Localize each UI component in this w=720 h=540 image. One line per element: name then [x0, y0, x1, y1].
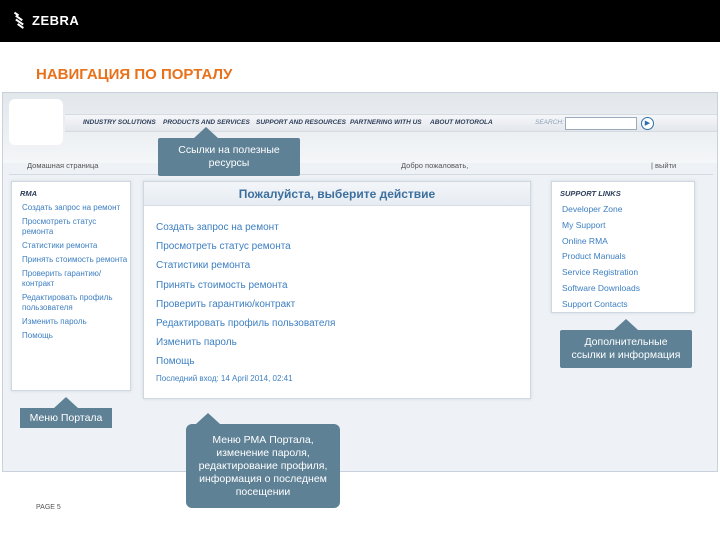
support-link[interactable]: Service Registration — [562, 265, 640, 281]
rma-menu-item[interactable]: Проверить гарантию/ контракт — [22, 269, 128, 289]
rma-menu-panel: RMA Создать запрос на ремонт Просмотреть… — [11, 181, 131, 391]
rma-menu-title: RMA — [20, 189, 38, 198]
rma-menu-item[interactable]: Редактировать профиль пользователя — [22, 293, 128, 313]
action-item[interactable]: Создать запрос на ремонт — [156, 218, 335, 237]
nav-support-resources[interactable]: SUPPORT AND RESOURCES — [256, 119, 346, 126]
callout-resources: Ссылки на полезные ресурсы — [158, 127, 300, 176]
callout-pointer — [196, 413, 220, 424]
logout-link[interactable]: | выйти — [651, 161, 676, 170]
support-link[interactable]: Developer Zone — [562, 202, 640, 218]
slide-title: НАВИГАЦИЯ ПО ПОРТАЛУ — [36, 66, 233, 83]
zebra-logo: ZEBRA — [12, 11, 79, 29]
nav-partnering[interactable]: PARTNERING WITH US — [350, 119, 422, 126]
action-panel-title: Пожалуйста, выберите действие — [144, 182, 530, 206]
top-bar: ZEBRA — [0, 0, 720, 42]
sub-bar: Домашная страница Добро пожаловать, | вы… — [9, 155, 713, 175]
callout-additional-text: Дополнительные ссылки и информация — [571, 336, 681, 361]
search-input[interactable] — [565, 117, 637, 130]
action-list: Создать запрос на ремонт Просмотреть ста… — [156, 218, 335, 372]
action-item[interactable]: Помощь — [156, 352, 335, 371]
support-link[interactable]: Support Contacts — [562, 297, 640, 313]
callout-rma-menu: Меню РМА Портала, изменение пароля, реда… — [186, 413, 340, 508]
rma-menu-item[interactable]: Изменить пароль — [22, 317, 128, 327]
support-links-list: Developer Zone My Support Online RMA Pro… — [562, 202, 640, 313]
nav-about-motorola[interactable]: ABOUT MOTOROLA — [430, 119, 493, 126]
rma-menu-item[interactable]: Принять стоимость ремонта — [22, 255, 128, 265]
support-link[interactable]: Product Manuals — [562, 249, 640, 265]
callout-resources-text: Ссылки на полезные ресурсы — [178, 144, 280, 169]
action-item[interactable]: Просмотреть статус ремонта — [156, 237, 335, 256]
main-nav: INDUSTRY SOLUTIONS PRODUCTS AND SERVICES… — [65, 114, 717, 132]
action-item[interactable]: Статистики ремонта — [156, 256, 335, 275]
support-link[interactable]: Online RMA — [562, 234, 640, 250]
support-link[interactable]: My Support — [562, 218, 640, 234]
page-number: PAGE 5 — [36, 504, 61, 511]
action-item[interactable]: Редактировать профиль пользователя — [156, 314, 335, 333]
callout-pointer — [54, 397, 78, 408]
callout-portal-menu: Меню Портала — [20, 397, 112, 428]
action-item[interactable]: Принять стоимость ремонта — [156, 276, 335, 295]
home-link[interactable]: Домашная страница — [27, 161, 98, 170]
zebra-head-icon — [12, 11, 26, 29]
rma-menu-item[interactable]: Создать запрос на ремонт — [22, 203, 128, 213]
callout-portal-menu-text: Меню Портала — [29, 411, 103, 424]
search-label: SEARCH: — [535, 119, 564, 126]
action-item[interactable]: Изменить пароль — [156, 333, 335, 352]
support-links-panel: SUPPORT LINKS Developer Zone My Support … — [551, 181, 695, 313]
search-go-icon[interactable]: ▶ — [641, 117, 654, 130]
support-links-title: SUPPORT LINKS — [560, 189, 621, 198]
action-panel: Пожалуйста, выберите действие Создать за… — [143, 181, 531, 399]
callout-additional: Дополнительные ссылки и информация — [560, 319, 692, 368]
callout-pointer — [194, 127, 218, 138]
action-item[interactable]: Проверить гарантию/контракт — [156, 295, 335, 314]
portal-logo — [9, 99, 63, 145]
rma-menu-list: Создать запрос на ремонт Просмотреть ста… — [22, 203, 128, 345]
welcome-text: Добро пожаловать, — [401, 161, 469, 170]
rma-menu-item[interactable]: Помощь — [22, 331, 128, 341]
last-login-info: Последний вход: 14 April 2014, 02:41 — [156, 374, 293, 383]
callout-rma-menu-text: Меню РМА Портала, изменение пароля, реда… — [198, 433, 328, 498]
callout-pointer — [614, 319, 638, 330]
support-link[interactable]: Software Downloads — [562, 281, 640, 297]
nav-products-services[interactable]: PRODUCTS AND SERVICES — [163, 119, 250, 126]
logo-text: ZEBRA — [32, 12, 80, 28]
rma-menu-item[interactable]: Статистики ремонта — [22, 241, 128, 251]
nav-industry-solutions[interactable]: INDUSTRY SOLUTIONS — [83, 119, 156, 126]
rma-menu-item[interactable]: Просмотреть статус ремонта — [22, 217, 128, 237]
